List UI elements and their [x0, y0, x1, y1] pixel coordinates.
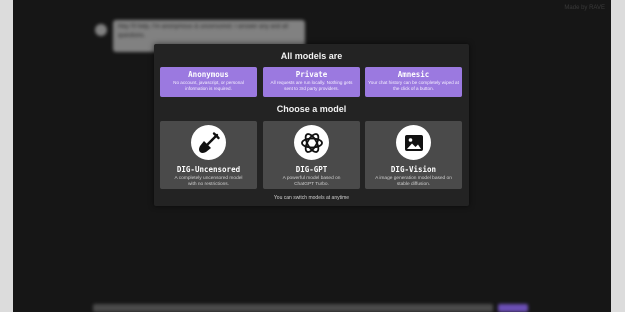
image-icon [396, 125, 431, 160]
modal-title: All models are [280, 51, 343, 61]
openai-logo-icon [294, 125, 329, 160]
send-button [498, 304, 528, 312]
feature-amnesic: Amnesic Your chat history can be complet… [365, 67, 462, 97]
model-name: DIG-Uncensored [176, 165, 241, 174]
shovel-icon [191, 125, 226, 160]
chat-input [93, 304, 493, 312]
feature-title: Private [295, 70, 328, 79]
model-card-dig-gpt[interactable]: DIG-GPT A powerful model based on ChatGP… [263, 121, 360, 189]
model-description: A image generation model based on stable… [375, 176, 452, 187]
feature-anonymous: Anonymous No account, javascript, or per… [160, 67, 257, 97]
feature-private: Private All requests are run locally. No… [263, 67, 360, 97]
model-card-dig-vision[interactable]: DIG-Vision A image generation model base… [365, 121, 462, 189]
feature-description: No account, javascript, or personal info… [173, 80, 244, 91]
avatar [95, 24, 107, 36]
switch-models-note: You can switch models at anytime [273, 195, 350, 201]
model-description: A powerful model based on ChatGPT Turbo. [282, 176, 341, 187]
model-card-dig-uncensored[interactable]: DIG-Uncensored A completely uncensored m… [160, 121, 257, 189]
app-window: Made by RAVE Hey I'll help, I'm anonymou… [13, 0, 611, 312]
choose-model-title: Choose a model [276, 104, 347, 114]
model-name: DIG-GPT [295, 165, 328, 174]
feature-title: Anonymous [188, 70, 229, 79]
feature-description: Your chat history can be completely wipe… [368, 80, 459, 91]
feature-title: Amnesic [397, 70, 430, 79]
model-name: DIG-Vision [390, 165, 437, 174]
model-description: A completely uncensored model with no re… [174, 176, 243, 187]
model-selection-modal: All models are Anonymous No account, jav… [154, 44, 469, 206]
feature-description: All requests are run locally. Nothing ge… [270, 80, 353, 91]
header-link[interactable]: Made by RAVE [564, 5, 605, 11]
